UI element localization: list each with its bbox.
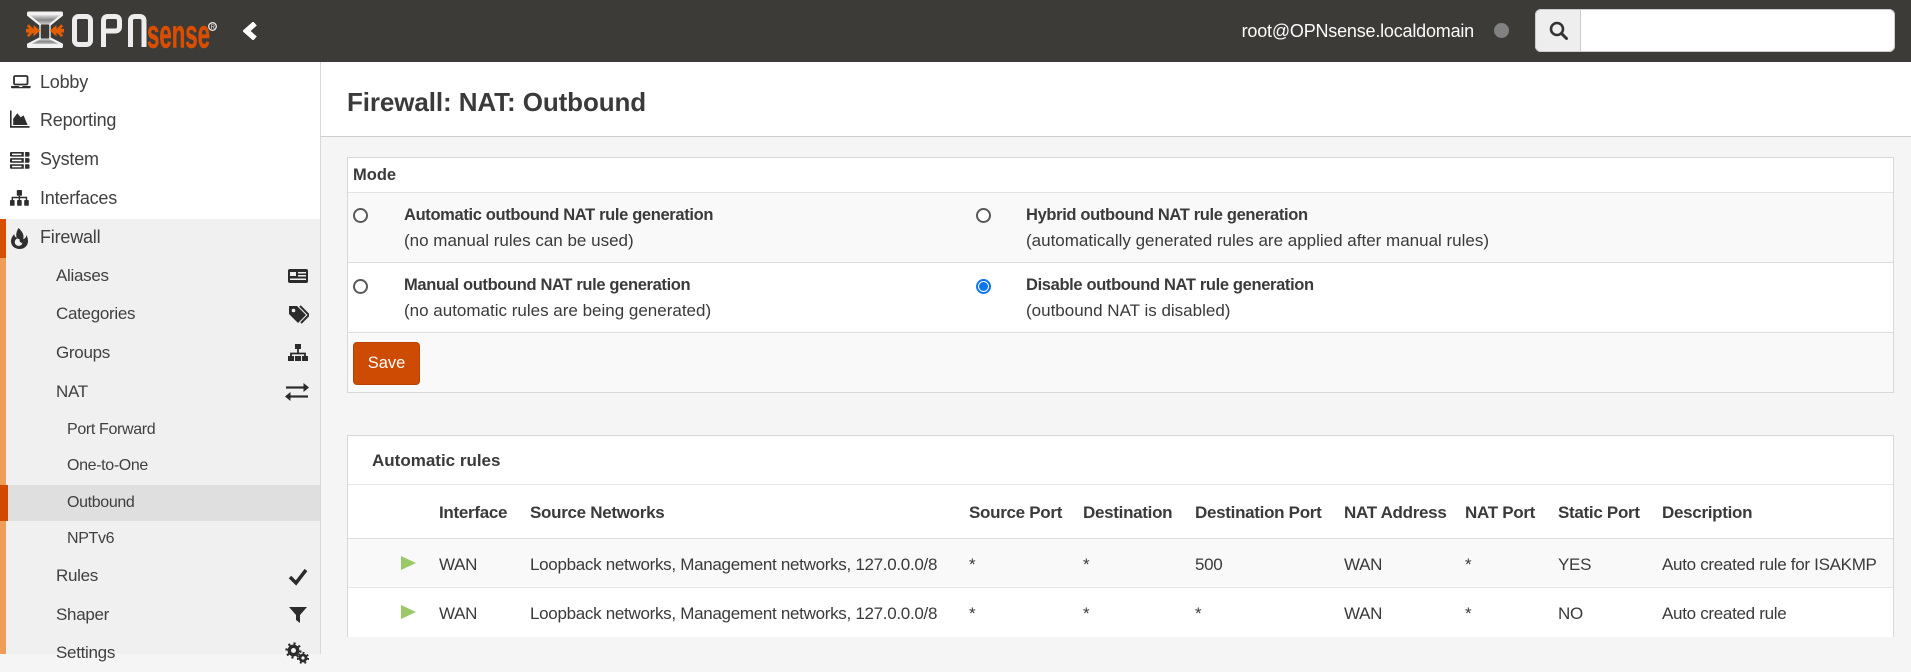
svg-text:R: R [211, 25, 216, 31]
svg-text:sense: sense [147, 13, 210, 54]
